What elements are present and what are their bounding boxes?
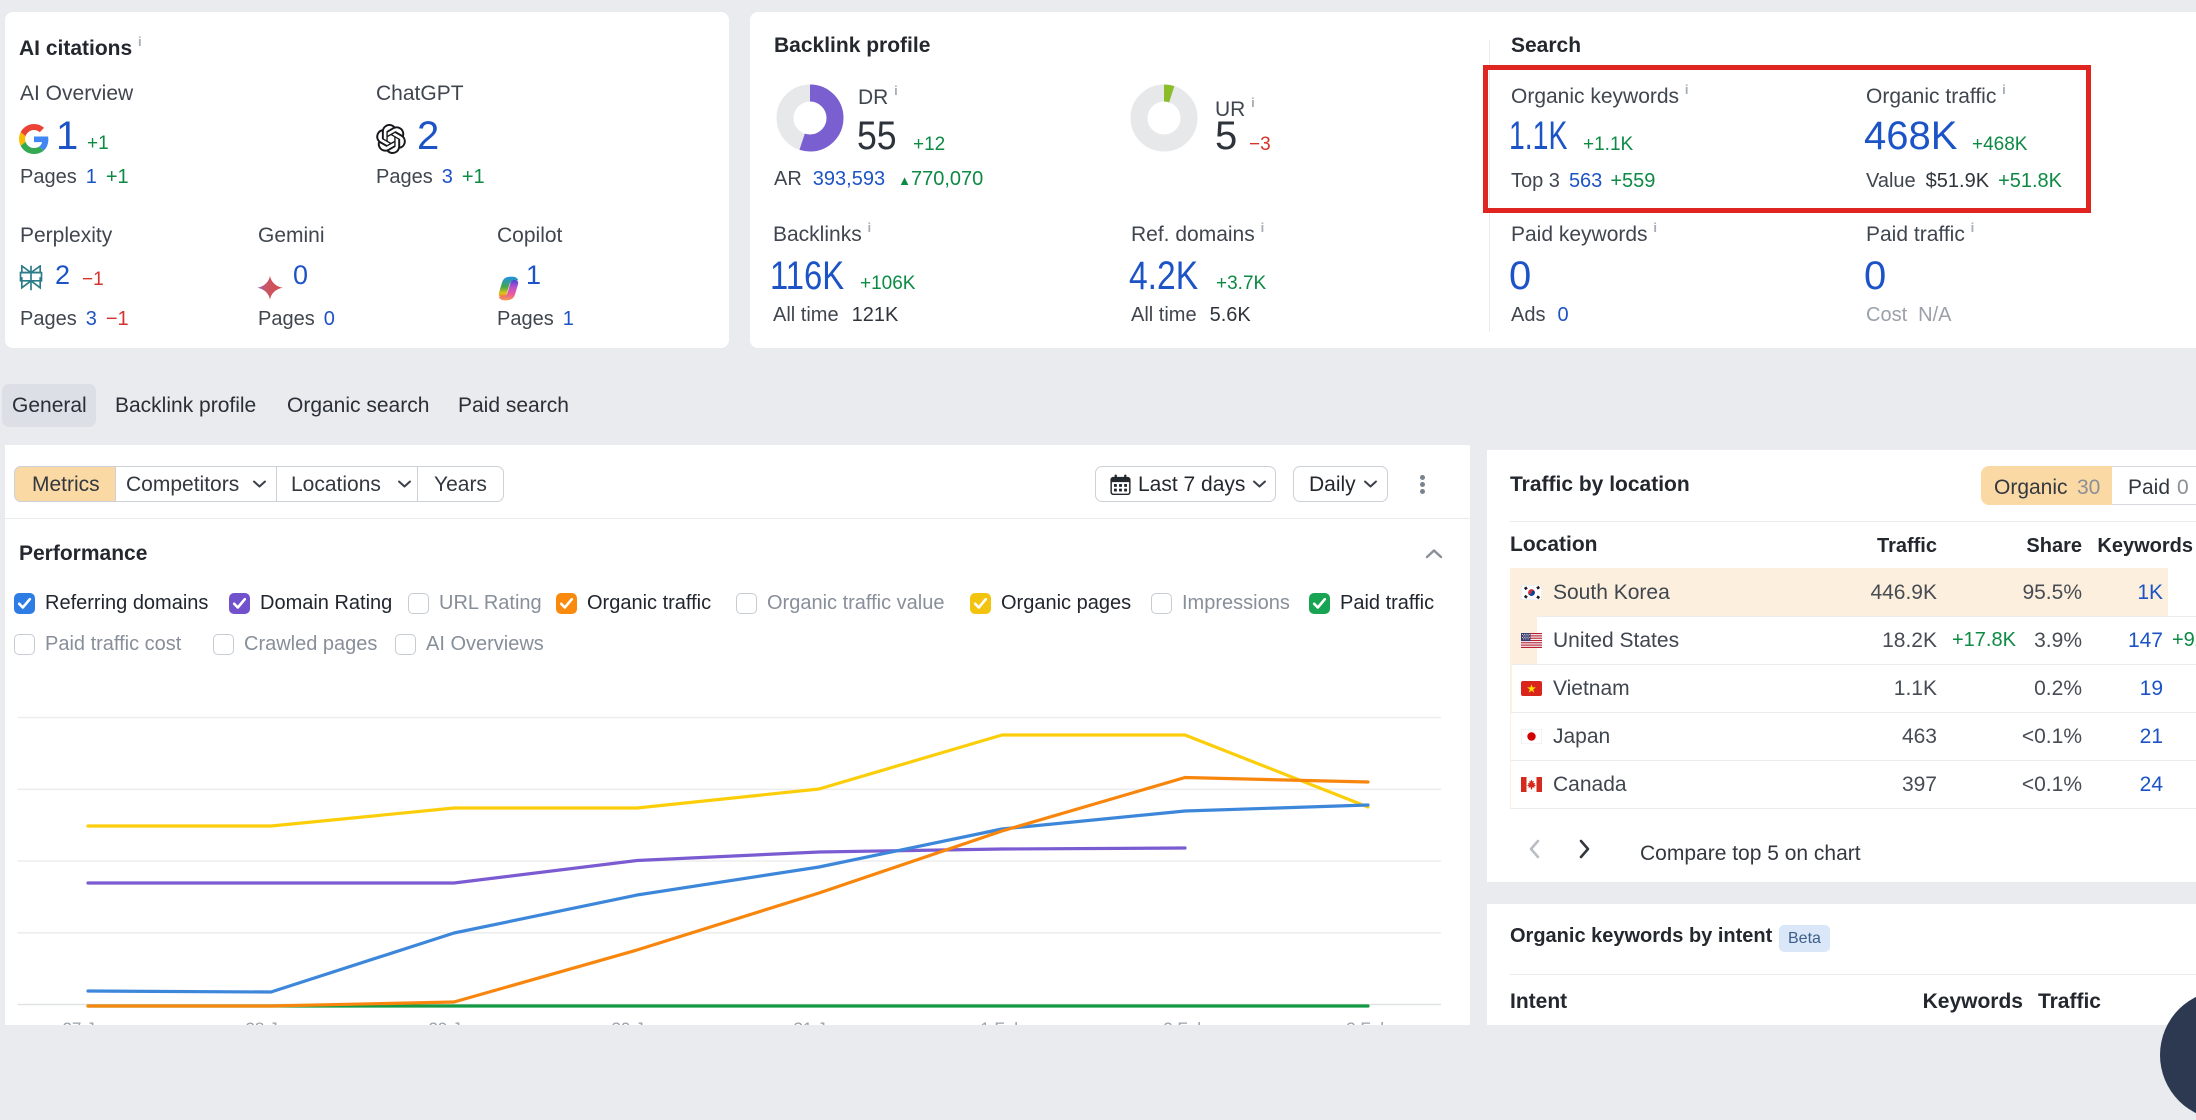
svg-text:1 Feb: 1 Feb xyxy=(980,1019,1023,1025)
svg-text:30 Jan: 30 Jan xyxy=(611,1019,662,1025)
svg-text:2 Feb: 2 Feb xyxy=(1163,1019,1206,1025)
svg-text:28 Jan: 28 Jan xyxy=(245,1019,296,1025)
svg-text:31 Jan: 31 Jan xyxy=(793,1019,844,1025)
svg-text:27 Jan: 27 Jan xyxy=(62,1019,113,1025)
svg-text:29 Jan: 29 Jan xyxy=(428,1019,479,1025)
svg-text:3 Feb: 3 Feb xyxy=(1346,1019,1389,1025)
